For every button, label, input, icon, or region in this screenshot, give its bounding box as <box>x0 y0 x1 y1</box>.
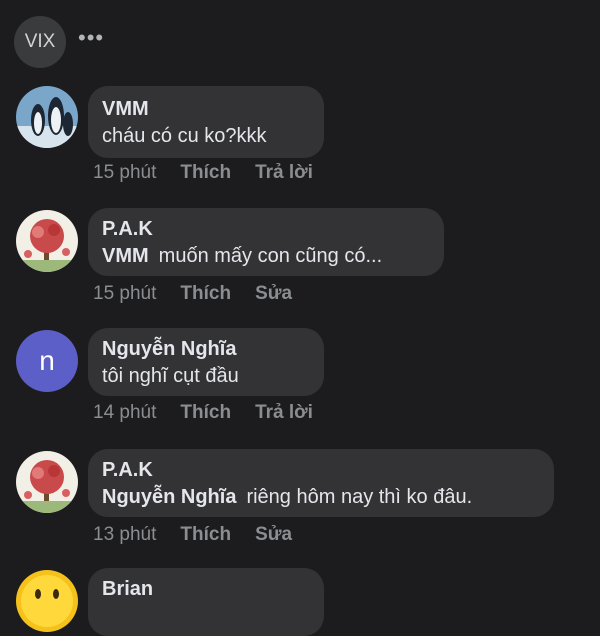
comment-bubble[interactable]: Nguyễn Nghĩa tôi nghĩ cụt đầu <box>88 328 324 396</box>
comment-time: 15 phút <box>93 162 157 183</box>
tree-avatar[interactable] <box>16 210 78 272</box>
comment-author[interactable]: P.A.K <box>102 216 430 242</box>
comment-bubble[interactable]: Brian <box>88 568 324 636</box>
comment-meta: 15 phút Thích Sửa <box>93 283 292 305</box>
comment-time: 13 phút <box>93 524 157 545</box>
comment-author[interactable]: P.A.K <box>102 457 540 483</box>
comment-meta: 14 phút Thích Trả lời <box>93 402 313 424</box>
comment-text-line: Nguyễn Nghĩa riêng hôm nay thì ko đâu. <box>102 483 540 511</box>
tree-avatar[interactable] <box>16 451 78 513</box>
comment-text: riêng hôm nay thì ko đâu. <box>246 486 473 508</box>
avatar-letter: n <box>39 345 55 376</box>
penguin-avatar[interactable] <box>16 86 78 148</box>
vix-avatar[interactable]: VIX <box>14 16 66 68</box>
letter-avatar[interactable]: n <box>16 330 78 392</box>
mention-link[interactable]: VMM <box>102 245 149 267</box>
comment-meta: 13 phút Thích Sửa <box>93 524 292 546</box>
reply-button[interactable]: Trả lời <box>255 402 313 424</box>
more-options-icon[interactable]: ••• <box>78 27 106 49</box>
reply-button[interactable]: Trả lời <box>255 162 313 184</box>
like-button[interactable]: Thích <box>180 524 231 546</box>
smiley-avatar[interactable] <box>16 570 78 632</box>
comment-time: 14 phút <box>93 402 157 423</box>
comment-bubble[interactable]: P.A.K VMM muốn mấy con cũng có... <box>88 208 444 276</box>
comment-meta: 15 phút Thích Trả lời <box>93 162 313 184</box>
comment-author[interactable]: VMM <box>102 96 310 122</box>
mention-link[interactable]: Nguyễn Nghĩa <box>102 486 236 508</box>
comment-text-line: VMM muốn mấy con cũng có... <box>102 242 430 270</box>
like-button[interactable]: Thích <box>180 283 231 305</box>
comment-time: 15 phút <box>93 283 157 304</box>
comment-bubble[interactable]: VMM cháu có cu ko?kkk <box>88 86 324 158</box>
edit-button[interactable]: Sửa <box>255 283 292 305</box>
comment-author[interactable]: Nguyễn Nghĩa <box>102 336 310 362</box>
comment-author[interactable]: Brian <box>102 576 310 602</box>
like-button[interactable]: Thích <box>180 162 231 184</box>
comment-text: tôi nghĩ cụt đầu <box>102 365 239 387</box>
like-button[interactable]: Thích <box>180 402 231 424</box>
edit-button[interactable]: Sửa <box>255 524 292 546</box>
comment-text: cháu có cu ko?kkk <box>102 125 267 147</box>
comment-bubble[interactable]: P.A.K Nguyễn Nghĩa riêng hôm nay thì ko đ… <box>88 449 554 517</box>
top-bar: VIX ••• <box>0 0 600 80</box>
comment-text: muốn mấy con cũng có... <box>158 245 383 267</box>
